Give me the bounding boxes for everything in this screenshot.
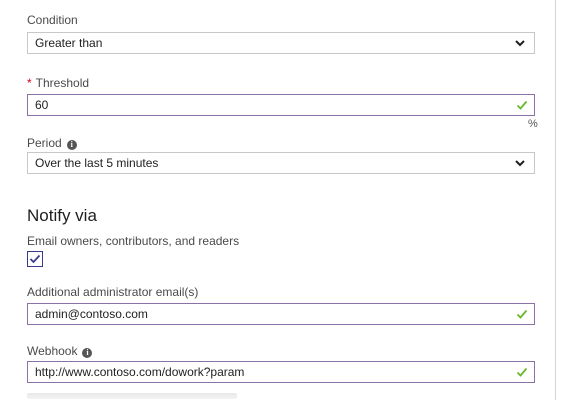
threshold-value: 60: [35, 98, 49, 112]
checkmark-icon: [29, 254, 41, 264]
threshold-label: * Threshold: [27, 76, 89, 90]
cropped-next-field-label: [27, 393, 237, 399]
webhook-label: Webhook i: [27, 344, 93, 358]
threshold-label-text: Threshold: [35, 76, 90, 90]
threshold-input[interactable]: 60: [27, 94, 535, 116]
webhook-label-text: Webhook: [27, 344, 78, 358]
checkmark-icon: [516, 100, 528, 110]
condition-value: Greater than: [35, 36, 103, 50]
period-label-text: Period: [27, 136, 62, 150]
period-label: Period i: [27, 136, 77, 150]
condition-select[interactable]: Greater than: [27, 32, 535, 54]
webhook-value: http://www.contoso.com/dowork?param: [35, 365, 245, 379]
threshold-unit: %: [528, 118, 538, 130]
admin-email-label: Additional administrator email(s): [27, 285, 199, 299]
checkmark-icon: [516, 367, 528, 377]
admin-email-value: admin@contoso.com: [35, 307, 148, 321]
condition-label: Condition: [27, 13, 78, 27]
chevron-down-icon: [515, 40, 525, 47]
email-owners-label: Email owners, contributors, and readers: [27, 234, 240, 248]
admin-email-input[interactable]: admin@contoso.com: [27, 303, 535, 325]
chevron-down-icon: [515, 160, 525, 167]
email-owners-checkbox[interactable]: [27, 251, 43, 267]
info-icon[interactable]: i: [66, 140, 77, 150]
webhook-input[interactable]: http://www.contoso.com/dowork?param: [27, 361, 535, 383]
checkmark-icon: [516, 309, 528, 319]
required-marker: *: [27, 76, 32, 90]
period-select[interactable]: Over the last 5 minutes: [27, 152, 535, 174]
alert-rule-form: Condition Greater than * Threshold 60 % P…: [0, 0, 564, 400]
period-value: Over the last 5 minutes: [35, 156, 159, 170]
panel-divider: [555, 0, 556, 400]
notify-via-heading: Notify via: [27, 206, 97, 225]
info-icon[interactable]: i: [82, 348, 93, 358]
